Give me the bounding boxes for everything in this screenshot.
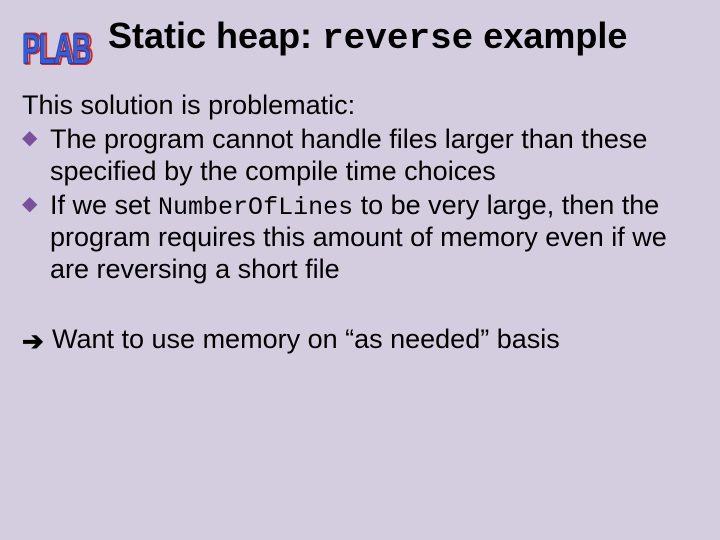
logo-blue-layer: PLAB xyxy=(22,25,90,68)
spacer xyxy=(22,288,698,324)
title-tail: example xyxy=(473,15,627,56)
diamond-bullet-icon: ◆ xyxy=(22,194,37,214)
intro-text: This solution is problematic: xyxy=(22,90,698,122)
title-lead: Static heap: xyxy=(108,15,322,56)
bullet-1: ◆ The program cannot handle files larger… xyxy=(22,124,698,188)
bullet-2-code: NumberOfLines xyxy=(158,193,353,222)
slide-body: This solution is problematic: ◆ The prog… xyxy=(22,90,698,356)
conclusion-line: ➔ Want to use memory on “as needed” basi… xyxy=(22,324,698,356)
slide-title: Static heap: reverse example xyxy=(108,14,698,59)
conclusion-text: Want to use memory on “as needed” basis xyxy=(52,324,560,354)
title-code: reverse xyxy=(322,18,473,59)
bullet-2-pre: If we set xyxy=(50,190,158,220)
diamond-bullet-icon: ◆ xyxy=(22,128,37,148)
bullet-1-text: The program cannot handle files larger t… xyxy=(50,124,647,186)
slide: PLAB PLAB Static heap: reverse example T… xyxy=(0,0,720,540)
arrow-right-icon: ➔ xyxy=(22,326,44,357)
title-row: PLAB PLAB Static heap: reverse example xyxy=(22,14,698,68)
plab-logo: PLAB PLAB xyxy=(22,14,94,68)
bullet-2: ◆ If we set NumberOfLines to be very lar… xyxy=(22,190,698,286)
